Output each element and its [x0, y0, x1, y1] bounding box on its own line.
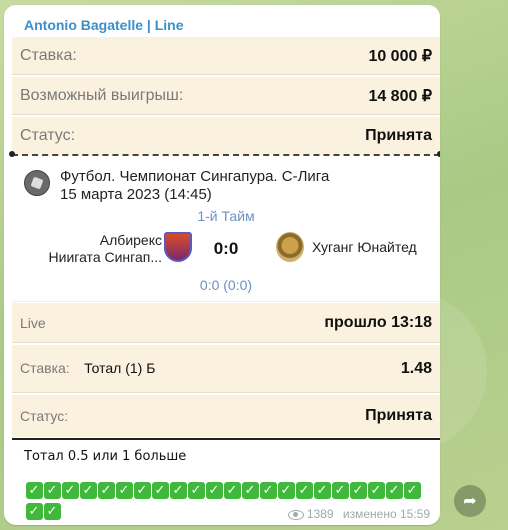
team-away: Хуганг Юнайтед	[312, 239, 417, 255]
check-mark-emoji-icon: ✓	[296, 482, 313, 499]
live-value: прошло 13:18	[324, 313, 432, 331]
status-row-bottom: Статус: Принята	[12, 395, 440, 437]
check-mark-emoji-icon: ✓	[80, 482, 97, 499]
check-mark-emoji-icon: ✓	[314, 482, 331, 499]
check-mark-emoji-icon: ✓	[98, 482, 115, 499]
check-mark-emoji-icon: ✓	[134, 482, 151, 499]
check-mark-emoji-icon: ✓	[116, 482, 133, 499]
status-value-top: Принята	[365, 127, 432, 144]
forward-arrow-icon: ➦	[463, 491, 477, 510]
football-icon	[24, 170, 50, 196]
check-mark-emoji-icon: ✓	[242, 482, 259, 499]
check-mark-emoji-icon: ✓	[44, 482, 61, 499]
image-bottom-edge	[12, 438, 440, 440]
message-bubble[interactable]: Antonio Bagatelle | Line Ставка: 10 000 …	[4, 5, 440, 525]
ticket-notch-right	[437, 151, 440, 157]
match-divider	[12, 301, 440, 302]
check-mark-emoji-icon: ✓	[260, 482, 277, 499]
message-caption: Тотал 0.5 или 1 больше	[24, 449, 187, 464]
possible-win-label: Возможный выигрыш:	[20, 86, 184, 104]
match-period: 1-й Тайм	[197, 208, 255, 224]
check-mark-emoji-icon: ✓	[62, 482, 79, 499]
views-count: 1389	[306, 507, 334, 521]
bet-row-label: Ставка:	[20, 359, 70, 376]
check-mark-emoji-icon: ✓	[170, 482, 187, 499]
check-mark-emoji-icon: ✓	[404, 482, 421, 499]
check-mark-emoji-icon: ✓	[332, 482, 349, 499]
ticket-divider-top	[12, 154, 440, 156]
live-row: Live прошло 13:18	[12, 303, 440, 343]
bet-amount-row: Ставка: 10 000 ₽	[12, 37, 440, 75]
check-mark-emoji-icon: ✓	[152, 482, 169, 499]
bet-row-detail: Тотал (1) Б	[84, 359, 156, 376]
views-eye-icon	[287, 509, 304, 520]
bet-row-odds: 1.48	[400, 359, 432, 377]
status-label-top: Статус:	[20, 127, 76, 144]
bet-row-left: Ставка: Тотал (1) Б	[20, 360, 155, 378]
check-mark-emoji-icon: ✓	[368, 482, 385, 499]
match-date: 15 марта 2023 (14:45)	[60, 186, 212, 203]
live-label: Live	[20, 314, 46, 331]
check-mark-emoji-icon: ✓	[386, 482, 403, 499]
check-mark-emoji-icon: ✓	[278, 482, 295, 499]
bet-row: Ставка: Тотал (1) Б 1.48	[12, 345, 440, 393]
check-mark-emoji-icon: ✓	[224, 482, 241, 499]
possible-win-row: Возможный выигрыш: 14 800 ₽	[12, 77, 440, 115]
sender-name[interactable]: Antonio Bagatelle | Line	[24, 17, 183, 33]
ticket-notch-left	[9, 151, 15, 157]
status-label-bottom: Статус:	[20, 408, 69, 424]
league-name: Футбол. Чемпионат Сингапура. С-Лига	[60, 168, 330, 185]
team-away-logo-icon	[276, 232, 304, 262]
status-value-bottom: Принята	[365, 407, 432, 424]
check-mark-emoji-icon: ✓	[26, 503, 43, 520]
bet-amount-label: Ставка:	[20, 46, 77, 64]
check-mark-emoji-icon: ✓	[26, 482, 43, 499]
message-meta: 1389 изменено 15:59	[287, 507, 430, 521]
check-mark-emoji-icon: ✓	[188, 482, 205, 499]
match-card: Футбол. Чемпионат Сингапура. С-Лига 15 м…	[12, 160, 440, 300]
check-mark-emoji-icon: ✓	[206, 482, 223, 499]
status-row-top: Статус: Принята	[12, 117, 440, 155]
edited-time: изменено 15:59	[342, 507, 430, 521]
check-mark-emoji-icon: ✓	[350, 482, 367, 499]
share-forward-button[interactable]: ➦	[454, 485, 486, 517]
check-mark-emoji-icon: ✓	[44, 503, 61, 520]
bet-amount-value: 10 000 ₽	[368, 47, 432, 65]
possible-win-value: 14 800 ₽	[368, 87, 432, 105]
half-score: 0:0 (0:0)	[199, 277, 253, 293]
